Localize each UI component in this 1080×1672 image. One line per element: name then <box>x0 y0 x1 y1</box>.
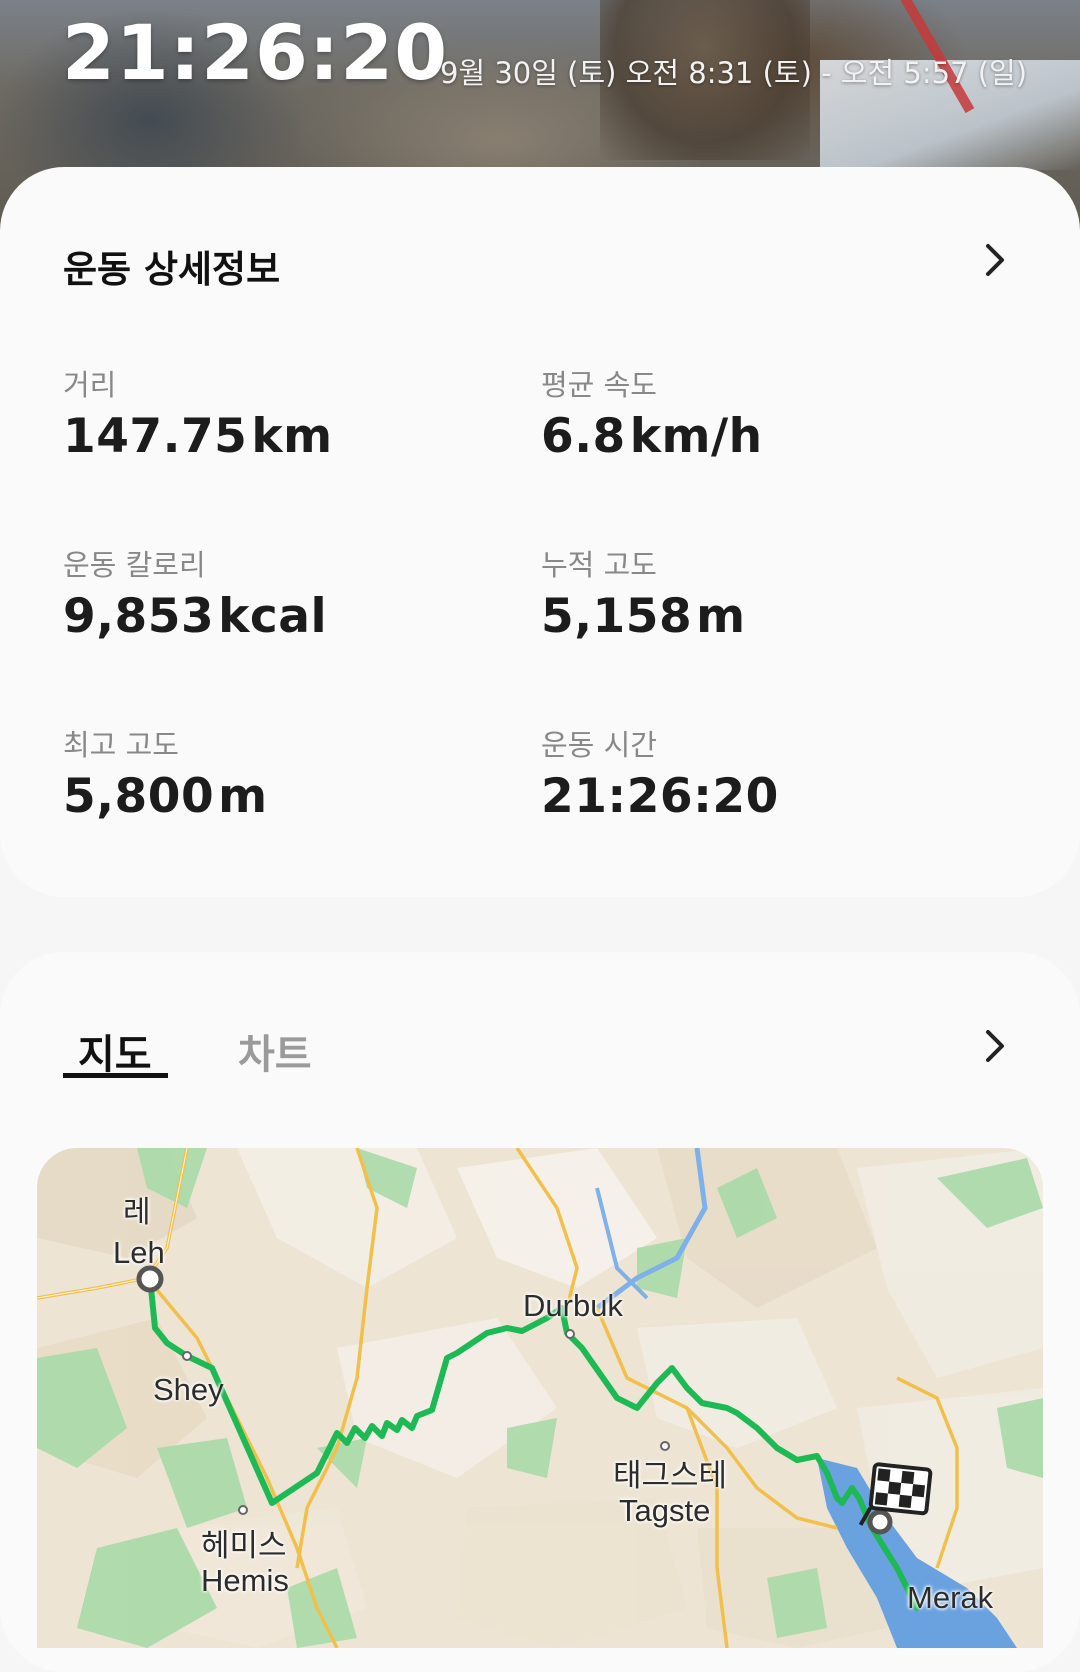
shey-dot <box>182 1351 192 1361</box>
duration-headline: 21:26:20 <box>62 8 449 97</box>
elevation-gain-value: 5,158m <box>541 589 746 644</box>
distance-label: 거리 <box>63 368 117 402</box>
calories-label: 운동 칼로리 <box>63 548 206 582</box>
place-shey: Shey <box>153 1372 224 1407</box>
tab-map-indicator <box>63 1073 168 1078</box>
tab-chart[interactable]: 차트 <box>238 1022 312 1080</box>
max-altitude-value: 5,800m <box>63 769 268 824</box>
place-leh-ko: 레 <box>123 1196 151 1229</box>
place-tagste-en: Tagste <box>619 1493 711 1528</box>
elevation-gain-label: 누적 고도 <box>541 548 657 582</box>
place-hemis-ko: 헤미스 <box>201 1528 287 1563</box>
place-merak: Merak <box>907 1580 994 1615</box>
end-marker-icon <box>867 1509 893 1535</box>
place-durbuk: Durbuk <box>523 1288 623 1323</box>
place-tagste-ko: 태그스테 <box>613 1458 728 1493</box>
durbuk-dot <box>565 1329 575 1339</box>
place-leh-en: Leh <box>113 1235 165 1270</box>
avg-speed-value: 6.8km/h <box>541 409 763 464</box>
tagste-dot <box>660 1441 670 1451</box>
hemis-dot <box>238 1505 248 1515</box>
workout-details-card[interactable]: 운동 상세정보 거리 147.75km 평균 속도 6.8km/h 운동 칼로리… <box>0 167 1080 897</box>
workout-time-label: 운동 시간 <box>541 728 657 762</box>
chevron-right-icon[interactable] <box>975 1026 1015 1066</box>
details-title: 운동 상세정보 <box>63 248 281 291</box>
workout-time-value: 21:26:20 <box>541 769 779 824</box>
max-altitude-label: 최고 고도 <box>63 728 179 762</box>
avg-speed-label: 평균 속도 <box>541 368 657 402</box>
start-marker-icon <box>136 1265 164 1293</box>
place-hemis-en: Hemis <box>201 1563 289 1598</box>
tab-map[interactable]: 지도 <box>78 1022 152 1080</box>
distance-value: 147.75km <box>63 409 333 464</box>
date-range: 9월 30일 (토) 오전 8:31 (토) - 오전 5:57 (일) <box>440 56 1028 90</box>
route-map[interactable]: 레 Leh Shey 헤미스 Hemis Durbuk 태그스테 Tagste … <box>37 1148 1043 1648</box>
calories-value: 9,853kcal <box>63 589 328 644</box>
chevron-right-icon[interactable] <box>975 240 1015 280</box>
